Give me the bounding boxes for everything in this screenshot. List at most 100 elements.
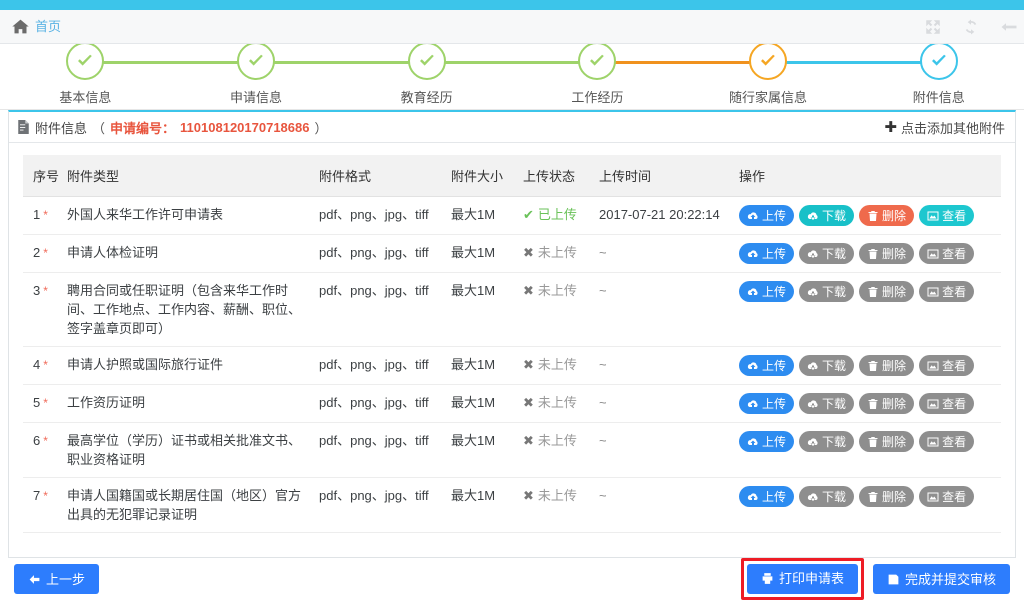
- image-icon: [927, 360, 939, 372]
- step-circle: [408, 44, 446, 80]
- delete-label: 删除: [882, 436, 906, 448]
- cell-operations: 上传 下载 删除 查看: [735, 235, 1001, 273]
- download-button: 下载: [799, 393, 854, 414]
- arrow-left-icon[interactable]: [1000, 18, 1018, 36]
- add-other-attachment-button[interactable]: ✚ 点击添加其他附件: [884, 118, 1005, 137]
- view-button: 查看: [919, 243, 974, 264]
- upload-label: 上传: [762, 436, 786, 448]
- upload-label: 上传: [762, 210, 786, 222]
- top-accent-strip: [0, 0, 1024, 10]
- cell-index: 7*: [23, 478, 63, 533]
- cell-index: 1*: [23, 197, 63, 235]
- status-text: 未上传: [538, 281, 577, 300]
- cell-attachment-format: pdf、png、jpg、tiff: [315, 478, 447, 533]
- upload-time-empty: ~: [599, 357, 607, 372]
- step-item-1[interactable]: 基本信息: [0, 44, 171, 110]
- operation-buttons: 上传下载删除查看: [739, 355, 997, 376]
- required-marker: *: [43, 284, 48, 298]
- step-list: 基本信息申请信息教育经历工作经历 随行家属信息 附件信息: [0, 44, 1024, 110]
- submit-review-button[interactable]: 完成并提交审核: [873, 564, 1010, 594]
- trash-icon: [867, 248, 879, 260]
- download-label: 下载: [822, 248, 846, 260]
- breadcrumb-home-label: 首页: [35, 20, 61, 33]
- print-application-button[interactable]: 打印申请表: [747, 564, 858, 594]
- paren-close: ）: [314, 118, 327, 137]
- row-index: 5: [33, 395, 40, 410]
- printer-icon: [761, 572, 774, 585]
- step-item-5[interactable]: 随行家属信息: [683, 44, 854, 110]
- upload-button[interactable]: 上传: [739, 243, 794, 264]
- operation-buttons: 上传下载删除查看: [739, 431, 997, 452]
- upload-time-empty: ~: [599, 433, 607, 448]
- table-row: 1*外国人来华工作许可申请表pdf、png、jpg、tiff最大1M✔已上传20…: [23, 197, 1001, 235]
- delete-label: 删除: [882, 248, 906, 260]
- view-label: 查看: [942, 491, 966, 503]
- column-header-fmt: 附件格式: [315, 155, 447, 197]
- cell-upload-status: ✖未上传: [519, 347, 595, 385]
- table-row: 6*最高学位（学历）证书或相关批准文书、职业资格证明pdf、png、jpg、ti…: [23, 423, 1001, 478]
- upload-button[interactable]: 上传: [739, 393, 794, 414]
- cell-attachment-type: 外国人来华工作许可申请表: [63, 197, 315, 235]
- download-button: 下载: [799, 281, 854, 302]
- row-index: 4: [33, 357, 40, 372]
- step-item-6[interactable]: 附件信息: [853, 44, 1024, 110]
- panel-title-text: 附件信息: [35, 118, 87, 137]
- attachment-panel: 附件信息 （ 申请编号： 110108120170718686 ） ✚ 点击添加…: [8, 110, 1016, 558]
- cross-mark-icon: ✖: [523, 431, 534, 450]
- cell-attachment-size: 最大1M: [447, 273, 519, 347]
- view-button: 查看: [919, 431, 974, 452]
- image-icon: [927, 436, 939, 448]
- step-label: 随行家属信息: [729, 87, 807, 106]
- step-item-2[interactable]: 申请信息: [171, 44, 342, 110]
- delete-button: 删除: [859, 486, 914, 507]
- trash-icon: [867, 360, 879, 372]
- cell-attachment-type: 申请人国籍国或长期居住国（地区）官方出具的无犯罪记录证明: [63, 478, 315, 533]
- cell-attachment-type: 工作资历证明: [63, 385, 315, 423]
- image-icon: [927, 286, 939, 298]
- upload-button[interactable]: 上传: [739, 355, 794, 376]
- delete-label: 删除: [882, 286, 906, 298]
- previous-step-button[interactable]: 上一步: [14, 564, 99, 594]
- upload-button[interactable]: 上传: [739, 281, 794, 302]
- cloud-upload-icon: [747, 436, 759, 448]
- trash-icon: [867, 210, 879, 222]
- step-item-3[interactable]: 教育经历: [341, 44, 512, 110]
- breadcrumb-home[interactable]: 首页: [0, 19, 61, 34]
- upload-button[interactable]: 上传: [739, 205, 794, 226]
- plus-icon: ✚: [884, 120, 897, 135]
- table-row: 2*申请人体检证明pdf、png、jpg、tiff最大1M✖未上传~上传下载删除…: [23, 235, 1001, 273]
- cell-upload-status: ✖未上传: [519, 235, 595, 273]
- fullscreen-icon[interactable]: [924, 18, 942, 36]
- cell-index: 4*: [23, 347, 63, 385]
- step-item-4[interactable]: 工作经历: [512, 44, 683, 110]
- cell-attachment-format: pdf、png、jpg、tiff: [315, 235, 447, 273]
- cell-attachment-format: pdf、png、jpg、tiff: [315, 273, 447, 347]
- view-button[interactable]: 查看: [919, 205, 974, 226]
- step-label: 附件信息: [913, 87, 965, 106]
- application-number-value: 110108120170718686: [180, 120, 309, 135]
- step-circle: [237, 44, 275, 80]
- delete-label: 删除: [882, 360, 906, 372]
- column-header-ops: 操作: [735, 155, 1001, 197]
- upload-button[interactable]: 上传: [739, 486, 794, 507]
- download-button[interactable]: 下载: [799, 205, 854, 226]
- delete-button[interactable]: 删除: [859, 205, 914, 226]
- panel-title: 附件信息 （ 申请编号： 110108120170718686 ）: [17, 118, 328, 137]
- document-icon: [17, 120, 30, 134]
- view-button: 查看: [919, 393, 974, 414]
- delete-button: 删除: [859, 355, 914, 376]
- step-label: 工作经历: [571, 87, 623, 106]
- refresh-icon[interactable]: [962, 18, 980, 36]
- cell-upload-time: ~: [595, 385, 735, 423]
- cell-index: 3*: [23, 273, 63, 347]
- required-marker: *: [43, 246, 48, 260]
- image-icon: [927, 248, 939, 260]
- status-badge: ✖未上传: [523, 281, 577, 300]
- operation-buttons: 上传 下载删除查看: [739, 205, 997, 226]
- page-root: 首页 基本信息申请信息教育经历工作经历随行家属信息附件信息: [0, 0, 1024, 600]
- upload-button[interactable]: 上传: [739, 431, 794, 452]
- row-index: 3: [33, 283, 40, 298]
- panel-header: 附件信息 （ 申请编号： 110108120170718686 ） ✚ 点击添加…: [9, 112, 1015, 143]
- upload-label: 上传: [762, 398, 786, 410]
- delete-label: 删除: [882, 491, 906, 503]
